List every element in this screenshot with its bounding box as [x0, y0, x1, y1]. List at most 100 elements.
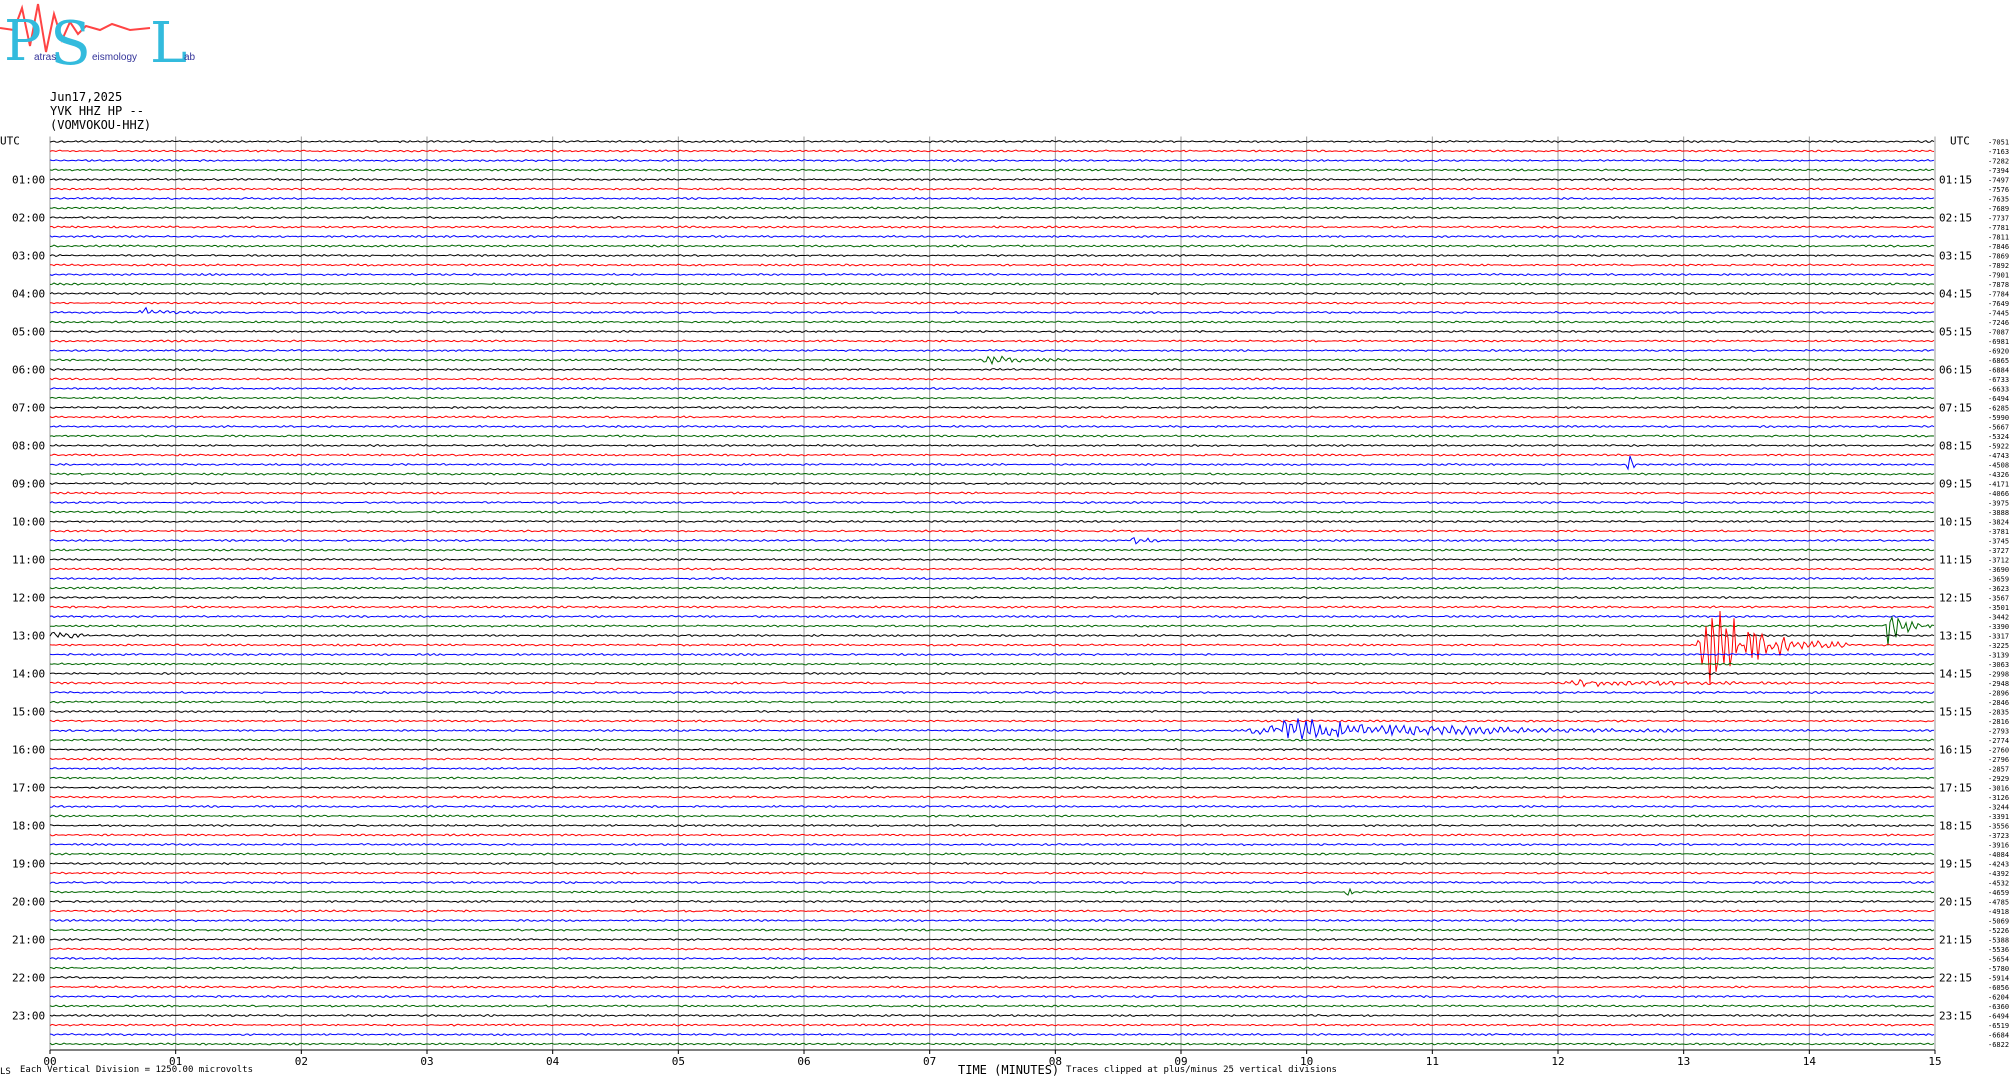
trace-line	[49, 139, 1935, 144]
trace-offset-label: -7869	[1988, 253, 2009, 261]
trace-line	[49, 291, 1935, 296]
trace-line	[49, 348, 1935, 353]
hour-label-left: 07:00	[12, 402, 45, 415]
x-tick-label: 12	[1551, 1055, 1564, 1068]
trace-line	[49, 377, 1935, 381]
hour-label-left: 12:00	[12, 592, 45, 605]
trace-line	[49, 206, 1935, 210]
trace-line	[49, 443, 1935, 448]
hour-label-left: 09:00	[12, 478, 45, 491]
trace-line	[49, 994, 1935, 999]
trace-line	[49, 738, 1935, 742]
trace-line	[49, 709, 1935, 714]
x-tick-label: 15	[1928, 1055, 1941, 1068]
trace-line	[49, 536, 1935, 545]
hour-label-left: 06:00	[12, 364, 45, 377]
trace-line	[49, 678, 1935, 688]
trace-line	[49, 785, 1935, 790]
hour-label-left: 13:00	[12, 630, 45, 643]
trace-line	[49, 548, 1935, 552]
helicorder-plot: 00 01 02 03 04 05 06 07 08 09 10 11 12 13 14 15-7051-71…	[0, 135, 2009, 1069]
utc-label-left: UTC	[0, 135, 20, 148]
trace-offset-label: -6884	[1988, 367, 2009, 375]
trace-line	[49, 329, 1935, 334]
trace-offset-label: -4743	[1988, 452, 2009, 460]
x-tick-label: 05	[672, 1055, 685, 1068]
trace-offset-label: -4532	[1988, 880, 2009, 888]
trace-offset-label: -3727	[1988, 547, 2009, 555]
trace-line	[49, 823, 1935, 828]
trace-offset-label: -4659	[1988, 889, 2009, 897]
trace-offset-label: -5922	[1988, 443, 2009, 451]
trace-line	[49, 918, 1935, 923]
trace-line	[49, 966, 1935, 970]
trace-offset-label: -4392	[1988, 870, 2009, 878]
trace-offset-label: -4326	[1988, 471, 2009, 479]
hour-label-right: 12:15	[1939, 592, 1972, 605]
x-tick-label: 07	[923, 1055, 936, 1068]
trace-line	[49, 424, 1935, 429]
trace-offset-label: -3690	[1988, 566, 2009, 574]
trace-offset-label: -6684	[1988, 1032, 2009, 1040]
x-tick-label: 03	[420, 1055, 433, 1068]
hour-label-right: 19:15	[1939, 858, 1972, 871]
trace-line	[49, 158, 1935, 163]
trace-line	[49, 804, 1935, 809]
trace-offset-label: -5324	[1988, 433, 2009, 441]
trace-line	[49, 282, 1935, 286]
trace-line	[49, 434, 1935, 438]
trace-offset-label: -3623	[1988, 585, 2009, 593]
trace-line	[49, 1004, 1935, 1008]
trace-line	[49, 244, 1935, 248]
hour-label-right: 16:15	[1939, 744, 1972, 757]
hour-label-right: 10:15	[1939, 516, 1972, 529]
trace-line	[49, 225, 1935, 229]
hour-label-right: 22:15	[1939, 972, 1972, 985]
trace-offset-label: -4785	[1988, 899, 2009, 907]
trace-line	[49, 766, 1935, 771]
trace-line	[49, 215, 1935, 220]
trace-line	[49, 234, 1934, 239]
hour-label-right: 23:15	[1939, 1010, 1972, 1023]
hour-label-left: 14:00	[12, 668, 45, 681]
trace-line	[49, 842, 1935, 847]
trace-line	[49, 576, 1935, 581]
trace-offset-label: -4918	[1988, 908, 2009, 916]
trace-offset-label: -4243	[1988, 861, 2009, 869]
trace-offset-label: -3723	[1988, 832, 2009, 840]
trace-offset-label: -7811	[1988, 234, 2009, 242]
trace-line	[49, 631, 1935, 639]
trace-offset-label: -3244	[1988, 804, 2009, 812]
trace-offset-label: -7445	[1988, 310, 2009, 318]
trace-line	[49, 1023, 1935, 1027]
trace-line	[49, 187, 1935, 191]
hour-label-left: 19:00	[12, 858, 45, 871]
trace-line	[49, 1032, 1935, 1037]
trace-offset-label: -6285	[1988, 405, 2009, 413]
trace-offset-label: -5654	[1988, 956, 2009, 964]
trace-line	[49, 453, 1935, 457]
trace-line	[49, 595, 1935, 600]
trace-offset-label: -3391	[1988, 813, 2009, 821]
trace-line	[49, 149, 1935, 153]
trace-offset-label: -6519	[1988, 1022, 2009, 1030]
x-tick-label: 06	[797, 1055, 810, 1068]
trace-offset-label: -2796	[1988, 756, 2009, 764]
trace-offset-label: -7497	[1988, 177, 2009, 185]
x-tick-label: 11	[1426, 1055, 1439, 1068]
trace-offset-label: -3139	[1988, 652, 2009, 660]
trace-offset-label: -7878	[1988, 281, 2009, 289]
trace-offset-label: -7784	[1988, 291, 2009, 299]
hour-label-left: 01:00	[12, 174, 45, 187]
x-axis-title: TIME (MINUTES)	[958, 1063, 1060, 1077]
trace-offset-label: -5914	[1988, 975, 2009, 983]
trace-line	[49, 405, 1935, 410]
hour-label-right: 18:15	[1939, 820, 1972, 833]
trace-offset-label: -2929	[1988, 775, 2009, 783]
x-tick-label: 04	[546, 1055, 560, 1068]
trace-offset-label: -7901	[1988, 272, 2009, 280]
trace-line	[49, 833, 1935, 837]
trace-offset-label: -3390	[1988, 623, 2009, 631]
x-tick-label: 14	[1803, 1055, 1817, 1068]
trace-line	[49, 605, 1935, 609]
